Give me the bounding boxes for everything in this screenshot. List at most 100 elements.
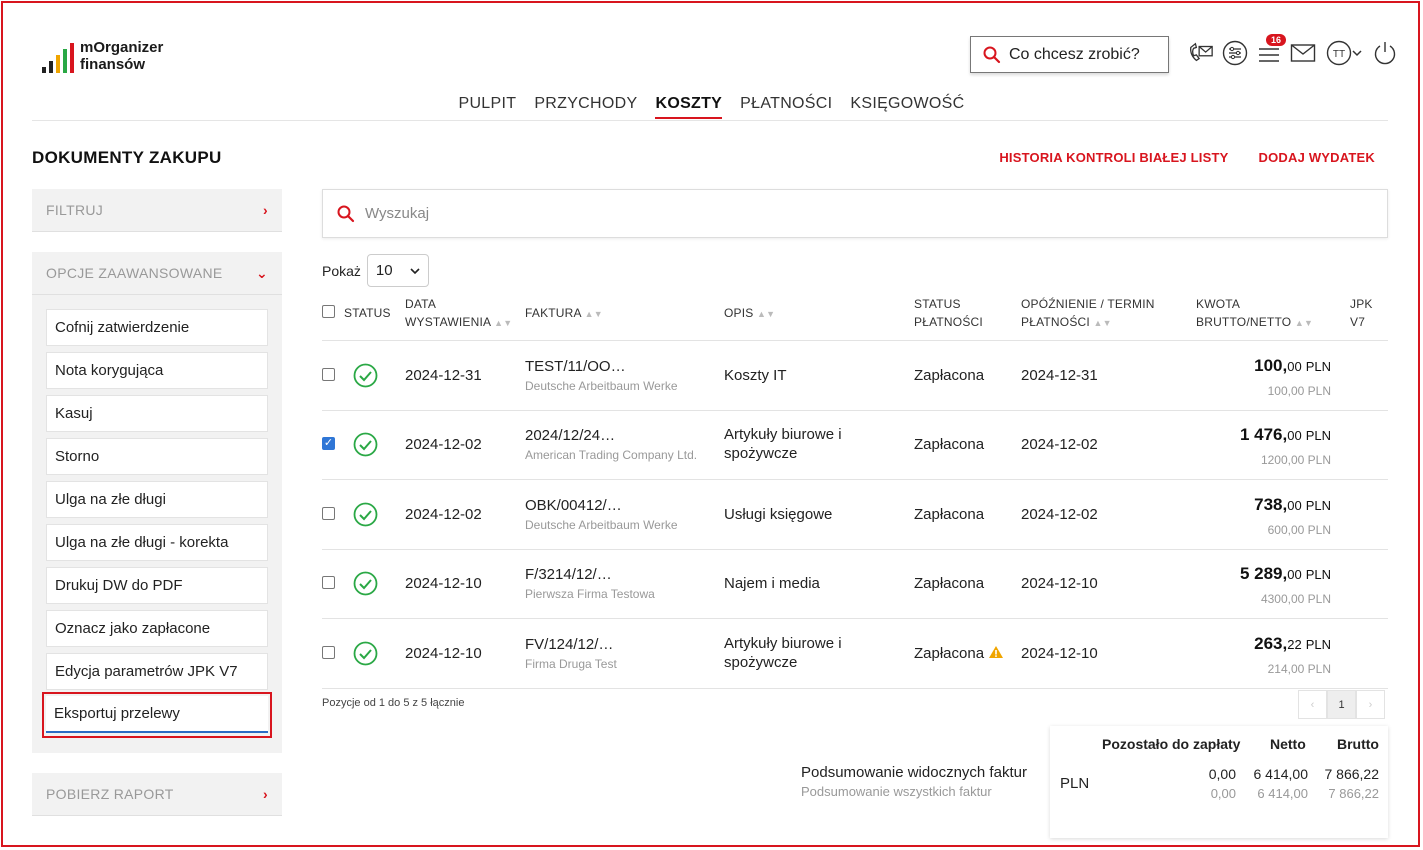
svg-text:TT: TT — [1333, 49, 1345, 60]
filter-toggle[interactable]: FILTRUJ › — [32, 189, 282, 232]
tab-platnosci[interactable]: PŁATNOŚCI — [740, 95, 832, 119]
advanced-options-toggle[interactable]: OPCJE ZAAWANSOWANE ⌄ — [32, 252, 282, 295]
header-due-date[interactable]: OPÓŹNIENIE / TERMIN PŁATNOŚCI ▲▼ — [1021, 295, 1155, 332]
row-checkbox[interactable] — [322, 576, 335, 590]
page-title: DOKUMENTY ZAKUPU — [32, 148, 222, 167]
quick-action-search[interactable]: Co chcesz zrobić? — [970, 36, 1169, 73]
company-name: Pierwsza Firma Testowa — [525, 587, 655, 602]
header-divider — [322, 340, 1388, 341]
company-name: American Trading Company Ltd. — [525, 448, 698, 463]
chevron-down-icon — [1352, 50, 1362, 57]
header-jpk[interactable]: JPK V7 — [1350, 295, 1373, 331]
tab-pulpit[interactable]: PULPIT — [458, 95, 516, 119]
row-checkbox[interactable]: ✓ — [322, 437, 335, 451]
settings-sliders-icon[interactable] — [1222, 40, 1248, 66]
next-page-button[interactable]: › — [1356, 690, 1385, 719]
page-actions: HISTORIA KONTROLI BIAŁEJ LISTY DODAJ WYD… — [999, 150, 1375, 165]
description: Najem i media — [724, 575, 820, 593]
due-date: 2024-12-10 — [1021, 575, 1098, 593]
tab-koszty[interactable]: KOSZTY — [655, 95, 723, 119]
chevron-down-icon: ⌄ — [255, 264, 268, 281]
undo-approval-button[interactable]: Cofnij zatwierdzenie — [46, 309, 268, 346]
gross-amount: 1 476,00 PLN — [1239, 425, 1331, 445]
correction-note-button[interactable]: Nota korygująca — [46, 352, 268, 389]
add-expense-link[interactable]: DODAJ WYDATEK — [1259, 150, 1375, 165]
download-report-toggle[interactable]: POBIERZ RAPORT › — [32, 773, 282, 816]
gross-amount: 263,22 PLN — [1254, 633, 1331, 653]
row-divider — [322, 687, 1388, 689]
chevron-down-icon — [410, 267, 420, 274]
mark-paid-button[interactable]: Oznacz jako zapłacone — [46, 610, 268, 647]
gross-amount: 100,00 PLN — [1254, 355, 1331, 375]
tab-ksiegowosc[interactable]: KSIĘGOWOŚĆ — [850, 95, 964, 119]
header-amount[interactable]: KWOTA BRUTTO/NETTO ▲▼ — [1196, 295, 1313, 332]
print-dw-pdf-button[interactable]: Drukuj DW do PDF — [46, 567, 268, 604]
row-divider — [322, 618, 1388, 619]
status-ok-icon — [353, 432, 378, 457]
header-payment-status[interactable]: STATUS PŁATNOŚCI — [914, 295, 983, 331]
summary-all-remaining: 0,00 — [1210, 786, 1236, 801]
header-status[interactable]: STATUS — [344, 304, 391, 322]
due-date: 2024-12-02 — [1021, 436, 1098, 454]
description: Usługi księgowe — [724, 505, 833, 523]
due-date: 2024-12-02 — [1021, 505, 1098, 523]
invoice-number[interactable]: 2024/12/24… — [525, 427, 615, 444]
issue-date: 2024-12-10 — [405, 575, 482, 593]
mail-icon[interactable] — [1290, 40, 1316, 66]
logout-power-icon[interactable] — [1372, 40, 1398, 66]
document-search[interactable]: Wyszukaj — [322, 189, 1388, 238]
tab-przychody[interactable]: PRZYCHODY — [534, 95, 637, 119]
issue-date: 2024-12-10 — [405, 644, 482, 662]
prev-page-button[interactable]: ‹ — [1298, 690, 1327, 719]
net-amount: 1200,00 PLN — [1260, 453, 1331, 468]
header-invoice[interactable]: FAKTURA ▲▼ — [525, 304, 603, 323]
notification-badge: 16 — [1266, 34, 1287, 46]
payment-status: Zapłacona — [914, 366, 985, 384]
payment-status: Zapłacona — [914, 645, 1004, 662]
invoice-number[interactable]: FV/124/12/… — [525, 636, 613, 653]
summary-all-gross: 7 866,22 — [1328, 786, 1379, 801]
status-ok-icon — [353, 363, 378, 388]
summary-visible-remaining: 0,00 — [1208, 766, 1236, 782]
header-issue-date[interactable]: DATA WYSTAWIENIA ▲▼ — [405, 295, 512, 332]
storno-button[interactable]: Storno — [46, 438, 268, 475]
task-list-icon[interactable]: 16 — [1256, 34, 1287, 66]
summary-col-remaining: Pozostało do zapłaty — [1102, 736, 1241, 752]
summary-col-net: Netto — [1270, 736, 1306, 752]
payment-status: Zapłacona — [914, 575, 985, 593]
issue-date: 2024-12-02 — [405, 436, 482, 454]
row-checkbox[interactable] — [322, 506, 335, 520]
row-divider — [322, 548, 1388, 550]
highlight-box — [42, 692, 272, 738]
main-nav: PULPIT PRZYCHODY KOSZTY PŁATNOŚCI KSIĘGO… — [0, 95, 1423, 119]
invoice-number[interactable]: F/3214/12/… — [525, 566, 612, 583]
edit-jpk-button[interactable]: Edycja parametrów JPK V7 — [46, 653, 268, 690]
filter-label: FILTRUJ — [46, 202, 104, 218]
page-number-button[interactable]: 1 — [1327, 690, 1356, 719]
invoice-number[interactable]: TEST/11/OO… — [525, 358, 626, 375]
invoice-number[interactable]: OBK/00412/… — [525, 497, 622, 514]
whitelist-history-link[interactable]: HISTORIA KONTROLI BIAŁEJ LISTY — [999, 150, 1228, 165]
user-avatar[interactable]: TT — [1324, 40, 1364, 66]
positions-info: Pozycje od 1 do 5 z 5 łącznie — [322, 697, 465, 709]
chevron-right-icon: › — [263, 202, 268, 218]
page-size-select[interactable]: 10 — [366, 254, 429, 287]
app-logo[interactable]: mOrganizer finansów — [42, 39, 163, 73]
contact-icon[interactable] — [1188, 40, 1214, 66]
search-icon — [337, 205, 355, 222]
gross-amount: 738,00 PLN — [1254, 494, 1331, 514]
description-line2: spożywcze — [724, 445, 798, 463]
warning-icon[interactable] — [988, 645, 1004, 659]
bad-debt-relief-button[interactable]: Ulga na złe długi — [46, 481, 268, 518]
summary-visible-gross: 7 866,22 — [1324, 766, 1380, 782]
header-description[interactable]: OPIS ▲▼ — [724, 304, 775, 323]
payment-status: Zapłacona — [914, 436, 985, 454]
bad-debt-correction-button[interactable]: Ulga na złe długi - korekta — [46, 524, 268, 561]
row-checkbox[interactable] — [322, 645, 335, 659]
logo-bars-icon — [42, 43, 74, 73]
net-amount: 600,00 PLN — [1267, 522, 1331, 537]
due-date: 2024-12-10 — [1021, 644, 1098, 662]
delete-button[interactable]: Kasuj — [46, 395, 268, 432]
select-all-checkbox[interactable] — [322, 305, 335, 318]
row-checkbox[interactable] — [322, 367, 335, 381]
